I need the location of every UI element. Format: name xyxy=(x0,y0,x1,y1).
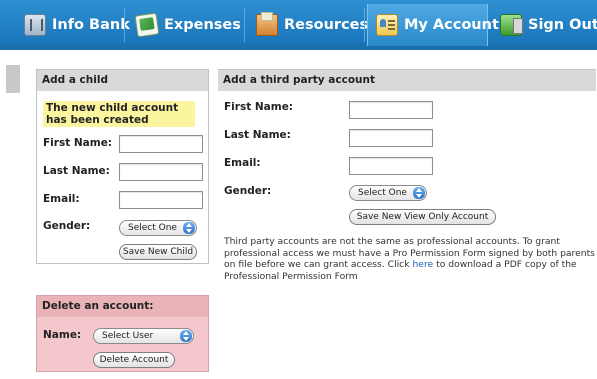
child-email-input[interactable] xyxy=(119,191,203,209)
top-nav-bar: Info Bank Expenses Resources My Account … xyxy=(0,0,597,50)
nav-item-label: My Account xyxy=(404,17,499,33)
nav-item-info-bank[interactable]: Info Bank xyxy=(16,6,130,44)
tp-gender-label: Gender: xyxy=(224,185,272,197)
sign-out-icon xyxy=(500,14,523,36)
delete-name-label: Name: xyxy=(43,329,82,341)
delete-account-panel: Delete an account: Name: Select User Del… xyxy=(36,295,209,372)
third-party-panel: Add a third party account First Name: La… xyxy=(218,69,596,286)
save-new-child-button[interactable]: Save New Child xyxy=(119,244,197,260)
nav-item-my-account[interactable]: My Account xyxy=(367,4,499,46)
delete-account-button[interactable]: Delete Account xyxy=(93,352,175,368)
tp-first-name-label: First Name: xyxy=(224,101,294,113)
add-child-panel: Add a child The new child account has be… xyxy=(36,69,209,264)
child-last-name-input[interactable] xyxy=(119,163,203,181)
child-gender-label: Gender: xyxy=(43,220,91,232)
add-child-title: Add a child xyxy=(37,70,208,91)
delete-user-select[interactable]: Select User xyxy=(93,328,194,344)
nav-item-resources[interactable]: Resources xyxy=(248,6,368,44)
nav-bar-shade xyxy=(0,44,597,50)
select-arrows-icon xyxy=(413,187,425,199)
left-strip xyxy=(6,65,20,93)
child-created-notice: The new child account has been created xyxy=(43,101,195,127)
child-gender-value: Select One xyxy=(128,223,177,233)
tp-last-name-label: Last Name: xyxy=(224,129,291,141)
download-pdf-link[interactable]: here xyxy=(412,259,433,270)
nav-item-expenses[interactable]: Expenses xyxy=(128,6,245,44)
nav-item-sign-out[interactable]: Sign Out xyxy=(492,6,597,44)
tp-email-input[interactable] xyxy=(349,157,433,175)
tp-first-name-input[interactable] xyxy=(349,101,433,119)
tp-last-name-input[interactable] xyxy=(349,129,433,147)
child-first-name-label: First Name: xyxy=(43,137,113,149)
nav-item-label: Resources xyxy=(284,17,369,33)
third-party-title: Add a third party account xyxy=(218,70,596,91)
child-first-name-input[interactable] xyxy=(119,135,203,153)
third-party-note: Third party accounts are not the same as… xyxy=(224,236,596,282)
tp-email-label: Email: xyxy=(224,157,261,169)
child-email-label: Email: xyxy=(43,193,80,205)
info-bank-icon xyxy=(24,14,46,36)
nav-item-label: Expenses xyxy=(164,17,241,33)
resources-icon xyxy=(256,12,278,36)
select-arrows-icon xyxy=(183,222,195,234)
delete-account-title: Delete an account: xyxy=(37,296,208,317)
tp-gender-select[interactable]: Select One xyxy=(349,185,427,201)
child-gender-select[interactable]: Select One xyxy=(119,220,197,236)
tp-gender-value: Select One xyxy=(358,188,407,198)
save-view-only-account-button[interactable]: Save New View Only Account xyxy=(349,209,496,225)
expenses-icon xyxy=(134,12,160,38)
child-last-name-label: Last Name: xyxy=(43,165,110,177)
my-account-icon xyxy=(376,14,398,36)
delete-user-value: Select User xyxy=(102,331,154,341)
nav-item-label: Sign Out xyxy=(528,17,597,33)
select-arrows-icon xyxy=(180,330,192,342)
nav-item-label: Info Bank xyxy=(52,17,130,33)
